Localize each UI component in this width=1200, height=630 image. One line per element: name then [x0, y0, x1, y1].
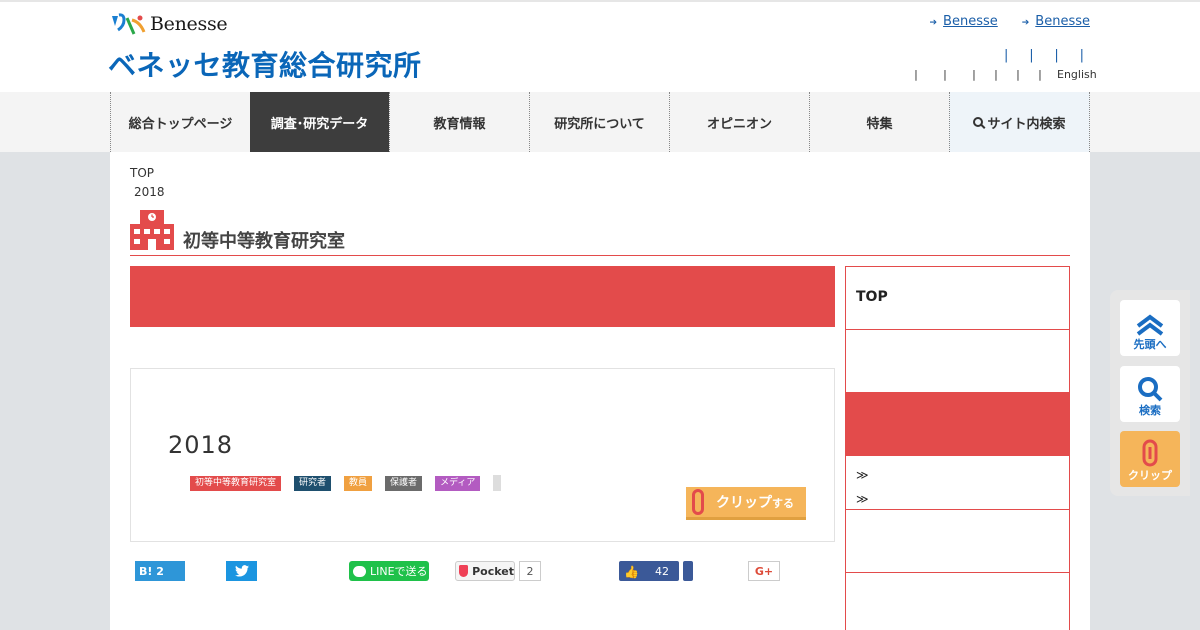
benesse-logo-mark-icon [110, 12, 148, 36]
sidebar-sublink[interactable]: ≫ [856, 463, 1059, 487]
utility-row-1: | | | | [1004, 48, 1084, 63]
main-content: TOP 2018 初等中等教育研究室 2018 初等中等教育研究室 研究者 教員… [110, 152, 1090, 630]
global-nav: 総合トップページ 調査･研究データ 教育情報 研究所について オピニオン 特集 … [0, 92, 1200, 152]
sidebar-item[interactable] [846, 510, 1069, 573]
tag-teacher[interactable]: 教員 [344, 475, 373, 491]
utility-separator: | [914, 68, 918, 81]
benesse-logo[interactable]: Benesse [110, 10, 228, 38]
pocket-count: 2 [519, 561, 541, 581]
section-title: 初等中等教育研究室 [183, 231, 345, 252]
sidebar: TOP ≫ ≫ [845, 266, 1070, 630]
facebook-share-button[interactable] [683, 561, 693, 581]
google-plus-button[interactable]: G+ [748, 561, 780, 581]
thumbs-up-icon: 👍 [624, 565, 639, 579]
breadcrumb: TOP 2018 [130, 164, 165, 202]
float-search-label: 検索 [1139, 404, 1161, 417]
utility-separator: | [1004, 48, 1009, 63]
utility-separator: | [1038, 68, 1042, 81]
site-title[interactable]: ベネッセ教育総合研究所 [108, 44, 422, 84]
nav-item-research-data[interactable]: 調査･研究データ [250, 92, 389, 152]
sidebar-item[interactable] [846, 330, 1069, 393]
tag-researcher[interactable]: 研究者 [294, 475, 332, 491]
article-year: 2018 [168, 431, 234, 459]
floating-toolbar: 先頭へ 検索 クリップ [1110, 290, 1190, 496]
top-links: ➔ Benesse ➔ Benesse [930, 14, 1091, 29]
hatena-bookmark-button[interactable]: B! 2 [135, 561, 185, 581]
nav-search-label: サイト内検索 [987, 116, 1066, 132]
top-link-2[interactable]: ➔ Benesse [1022, 14, 1090, 29]
paperclip-icon [692, 489, 704, 515]
utility-separator: | [1054, 48, 1059, 63]
arrow-right-icon: ➔ [929, 18, 938, 28]
tag-list: 初等中等教育研究室 研究者 教員 保護者 メディア [190, 475, 514, 491]
twitter-button[interactable] [226, 561, 257, 581]
sidebar-sublinks: ≫ ≫ [846, 456, 1069, 510]
pocket-button[interactable]: Pocket [455, 561, 515, 581]
facebook-like-button[interactable]: 👍 42 [619, 561, 679, 581]
sidebar-item-active[interactable] [846, 393, 1069, 456]
line-share-button[interactable]: LINEで送る [349, 561, 429, 581]
share-buttons: B! 2 LINEで送る Pocket 2 👍 42 G+ [130, 558, 835, 582]
nav-item-about[interactable]: 研究所について [529, 92, 669, 152]
arrow-right-icon: ➔ [1021, 18, 1030, 28]
scroll-top-button[interactable]: 先頭へ [1120, 300, 1180, 356]
search-icon [1138, 377, 1163, 402]
clip-button-label: クリップする [716, 495, 794, 511]
utility-separator: | [1079, 48, 1084, 63]
utility-separator: | [1029, 48, 1034, 63]
nav-item-education-info[interactable]: 教育情報 [389, 92, 529, 152]
scroll-top-label: 先頭へ [1133, 338, 1167, 351]
float-clip-label: クリップ [1128, 469, 1172, 482]
line-icon [353, 565, 366, 577]
section-header: 初等中等教育研究室 [130, 210, 1070, 256]
sidebar-item-top[interactable]: TOP [846, 267, 1069, 330]
search-icon [973, 117, 984, 127]
facebook-like-count: 42 [655, 564, 669, 578]
top-link-1[interactable]: ➔ Benesse [930, 14, 998, 29]
clip-button[interactable]: クリップする [686, 487, 806, 520]
tag-parent[interactable]: 保護者 [385, 475, 423, 491]
tag-more[interactable] [493, 475, 502, 491]
utility-separator: | [972, 68, 976, 81]
pocket-label: Pocket [472, 564, 514, 578]
tag-media[interactable]: メディア [435, 475, 481, 491]
top-link-1-label[interactable]: Benesse [943, 14, 998, 29]
nav-item-site-search[interactable]: サイト内検索 [949, 92, 1090, 152]
nav-item-top[interactable]: 総合トップページ [110, 92, 250, 152]
breadcrumb-top[interactable]: TOP [130, 164, 165, 183]
twitter-bird-icon [234, 565, 249, 577]
utility-separator: | [943, 68, 947, 81]
logo-word: Benesse [150, 13, 228, 35]
tag-research-room[interactable]: 初等中等教育研究室 [190, 475, 282, 491]
title-banner [130, 266, 835, 327]
utility-separator: | [994, 68, 998, 81]
breadcrumb-current: 2018 [134, 185, 165, 199]
sidebar-sublink[interactable]: ≫ [856, 487, 1059, 511]
float-clip-button[interactable]: クリップ [1120, 431, 1180, 487]
line-share-label: LINEで送る [370, 565, 428, 578]
nav-item-opinion[interactable]: オピニオン [669, 92, 809, 152]
pocket-icon [459, 565, 469, 577]
english-link[interactable]: English [1057, 68, 1097, 81]
double-chevron-up-icon [1136, 314, 1164, 336]
site-header: Benesse ベネッセ教育総合研究所 ➔ Benesse ➔ Benesse | … [0, 0, 1200, 92]
top-link-2-label[interactable]: Benesse [1035, 14, 1090, 29]
school-building-icon [130, 210, 174, 250]
float-search-button[interactable]: 検索 [1120, 366, 1180, 422]
utility-separator: | [1016, 68, 1020, 81]
article-card: 2018 初等中等教育研究室 研究者 教員 保護者 メディア クリップする [130, 368, 835, 542]
nav-item-feature[interactable]: 特集 [809, 92, 949, 152]
utility-row-2: | | | | | | English [905, 68, 1097, 81]
paperclip-icon [1142, 439, 1158, 467]
